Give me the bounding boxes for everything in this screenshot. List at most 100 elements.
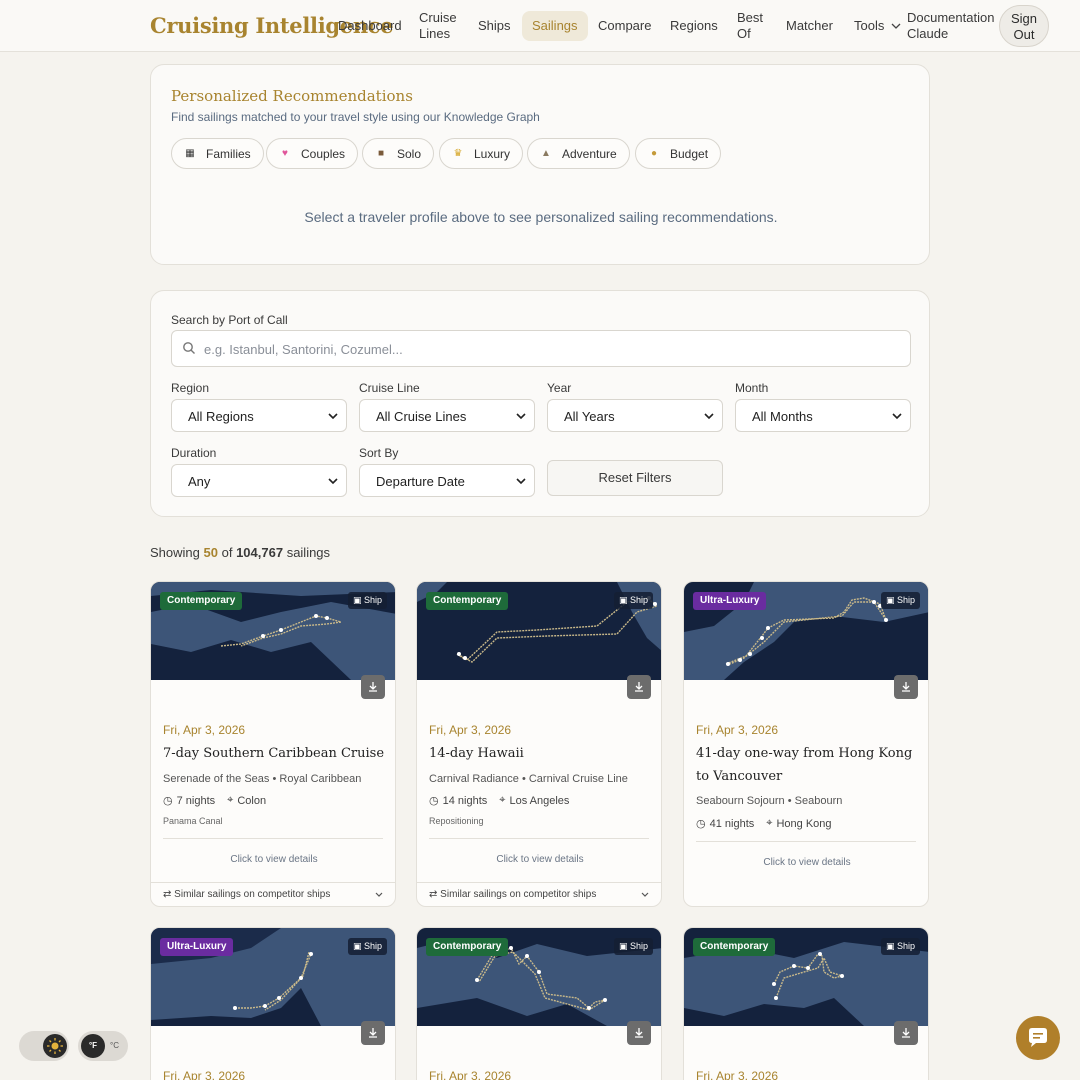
sailing-title[interactable]: 7-day Southern Caribbean Cruise xyxy=(163,742,387,765)
image-icon: ▣ xyxy=(885,941,897,951)
duration-value: Any xyxy=(188,474,211,489)
nav-tools[interactable]: Tools xyxy=(854,18,901,34)
image-icon: ▣ xyxy=(618,595,630,605)
nights: 7 nights xyxy=(176,794,216,807)
download-button[interactable] xyxy=(627,675,651,699)
ship-name: Serenade of the Seas xyxy=(163,773,270,785)
ship-label: Ship xyxy=(896,595,915,605)
view-details-link[interactable]: Click to view details xyxy=(151,854,395,865)
sailing-card[interactable]: Ultra-Luxury ▣ Ship Fri, Apr 3, 2026 xyxy=(150,927,396,1080)
duration-select[interactable]: Any xyxy=(171,464,347,497)
category-badge: Contemporary xyxy=(160,592,243,610)
profile-label: Families xyxy=(206,146,251,161)
chevron-down-icon xyxy=(375,892,383,897)
clock-icon: ◷ xyxy=(163,795,173,807)
image-icon: ▣ xyxy=(352,941,364,951)
download-icon xyxy=(369,1028,377,1038)
money-bag-icon: ● xyxy=(650,148,658,159)
view-details-link[interactable]: Click to view details xyxy=(684,857,928,868)
sailing-title[interactable]: 14-day Hawaii xyxy=(429,742,653,765)
cruise-line-name: Carnival Cruise Line xyxy=(528,773,628,785)
ship-image-button[interactable]: ▣ Ship xyxy=(880,592,920,609)
cruise-line-name: Royal Caribbean xyxy=(279,773,362,785)
chevron-down-icon xyxy=(516,413,526,420)
image-icon: ▣ xyxy=(885,595,897,605)
cruise-line-select[interactable]: All Cruise Lines xyxy=(359,399,535,432)
nav-sailings[interactable]: Sailings xyxy=(522,11,588,41)
theme-toggle[interactable] xyxy=(19,1031,69,1061)
profile-label: Luxury xyxy=(474,146,511,161)
sort-select[interactable]: Departure Date xyxy=(359,464,535,497)
recommendations-panel: Personalized Recommendations Find sailin… xyxy=(150,64,930,265)
chevron-down-icon xyxy=(516,478,526,485)
profile-budget[interactable]: ● Budget xyxy=(635,138,722,169)
download-button[interactable] xyxy=(627,1021,651,1045)
itinerary-tag: Panama Canal xyxy=(163,816,223,826)
month-select[interactable]: All Months xyxy=(735,399,911,432)
ship-line: Seabourn Sojourn • Seabourn xyxy=(696,795,843,807)
profile-families[interactable]: ▦ Families xyxy=(171,138,264,169)
departure-port: Hong Kong xyxy=(776,817,832,830)
ship-label: Ship xyxy=(363,941,382,951)
nav-matcher[interactable]: Matcher xyxy=(786,18,833,34)
results-suffix: sailings xyxy=(286,545,331,560)
nights: 41 nights xyxy=(709,817,755,830)
ship-line: Serenade of the Seas • Royal Caribbean xyxy=(163,773,362,785)
ship-image-button[interactable]: ▣ Ship xyxy=(613,938,653,955)
chat-button[interactable] xyxy=(1016,1016,1060,1060)
download-button[interactable] xyxy=(361,675,385,699)
recommendations-empty-state: Select a traveler profile above to see p… xyxy=(304,209,778,225)
download-button[interactable] xyxy=(894,1021,918,1045)
recommendations-title: Personalized Recommendations xyxy=(171,87,413,105)
ship-image-button[interactable]: ▣ Ship xyxy=(880,938,920,955)
download-button[interactable] xyxy=(894,675,918,699)
nav-documentation[interactable]: Documentation Claude xyxy=(907,10,997,42)
celsius-option: °C xyxy=(110,1041,119,1050)
sailing-card[interactable]: Contemporary ▣ Ship Fri, Apr 3, 2026 xyxy=(416,927,662,1080)
location-pin-icon: ⌖ xyxy=(499,794,506,806)
sailing-stats: ◷ 7 nights ⌖ Colon xyxy=(163,794,266,807)
download-button[interactable] xyxy=(361,1021,385,1045)
profile-luxury[interactable]: ♛ Luxury xyxy=(439,138,524,169)
nav-compare[interactable]: Compare xyxy=(598,18,651,34)
swap-icon: ⇄ xyxy=(429,889,441,900)
results-prefix: Showing xyxy=(150,545,200,560)
nav-regions[interactable]: Regions xyxy=(670,18,718,34)
search-label: Search by Port of Call xyxy=(171,313,288,327)
month-value: All Months xyxy=(752,409,813,424)
category-badge: Contemporary xyxy=(426,938,509,956)
temperature-unit-toggle[interactable]: °F °C xyxy=(78,1031,128,1061)
port-search-input[interactable]: e.g. Istanbul, Santorini, Cozumel... xyxy=(171,330,911,367)
nav-ships[interactable]: Ships xyxy=(478,18,511,34)
region-select[interactable]: All Regions xyxy=(171,399,347,432)
sailing-stats: ◷ 14 nights ⌖ Los Angeles xyxy=(429,794,569,807)
clock-icon: ◷ xyxy=(429,795,439,807)
download-icon xyxy=(902,682,910,692)
nav-cruise-lines[interactable]: Cruise Lines xyxy=(419,10,459,42)
location-pin-icon: ⌖ xyxy=(766,817,773,829)
ship-image-button[interactable]: ▣ Ship xyxy=(347,938,387,955)
sailing-card[interactable]: Contemporary ▣ Ship Fri, Apr 3, 2026 14-… xyxy=(416,581,662,907)
ship-label: Ship xyxy=(629,941,648,951)
reset-filters-button[interactable]: Reset Filters xyxy=(547,460,723,496)
similar-label: Similar sailings on competitor ships xyxy=(440,889,597,900)
sailing-card[interactable]: Contemporary ▣ Ship Fri, Apr 3, 2026 xyxy=(683,927,929,1080)
nav-best-of[interactable]: Best Of xyxy=(737,10,767,42)
chevron-down-icon xyxy=(328,478,338,485)
sailing-card[interactable]: Ultra-Luxury ▣ Ship Fri, Apr 3, 2026 41-… xyxy=(683,581,929,907)
profile-adventure[interactable]: ▲ Adventure xyxy=(527,138,630,169)
profile-couples[interactable]: ♥ Couples xyxy=(266,138,359,169)
view-details-link[interactable]: Click to view details xyxy=(417,854,661,865)
nav-dashboard[interactable]: Dashboard xyxy=(338,18,402,34)
sailing-title[interactable]: 41-day one-way from Hong Kong to Vancouv… xyxy=(696,742,920,788)
recommendations-subtitle: Find sailings matched to your travel sty… xyxy=(171,110,540,124)
sailing-card[interactable]: Contemporary ▣ Ship Fri, Apr 3, 2026 7-d… xyxy=(150,581,396,907)
similar-sailings-toggle[interactable]: ⇄ Similar sailings on competitor ships xyxy=(151,882,395,906)
ship-image-button[interactable]: ▣ Ship xyxy=(347,592,387,609)
sign-out-button[interactable]: Sign Out xyxy=(999,5,1049,47)
ship-image-button[interactable]: ▣ Ship xyxy=(613,592,653,609)
similar-sailings-toggle[interactable]: ⇄ Similar sailings on competitor ships xyxy=(417,882,661,906)
year-select[interactable]: All Years xyxy=(547,399,723,432)
category-badge: Ultra-Luxury xyxy=(693,592,767,610)
profile-solo[interactable]: ■ Solo xyxy=(362,138,435,169)
